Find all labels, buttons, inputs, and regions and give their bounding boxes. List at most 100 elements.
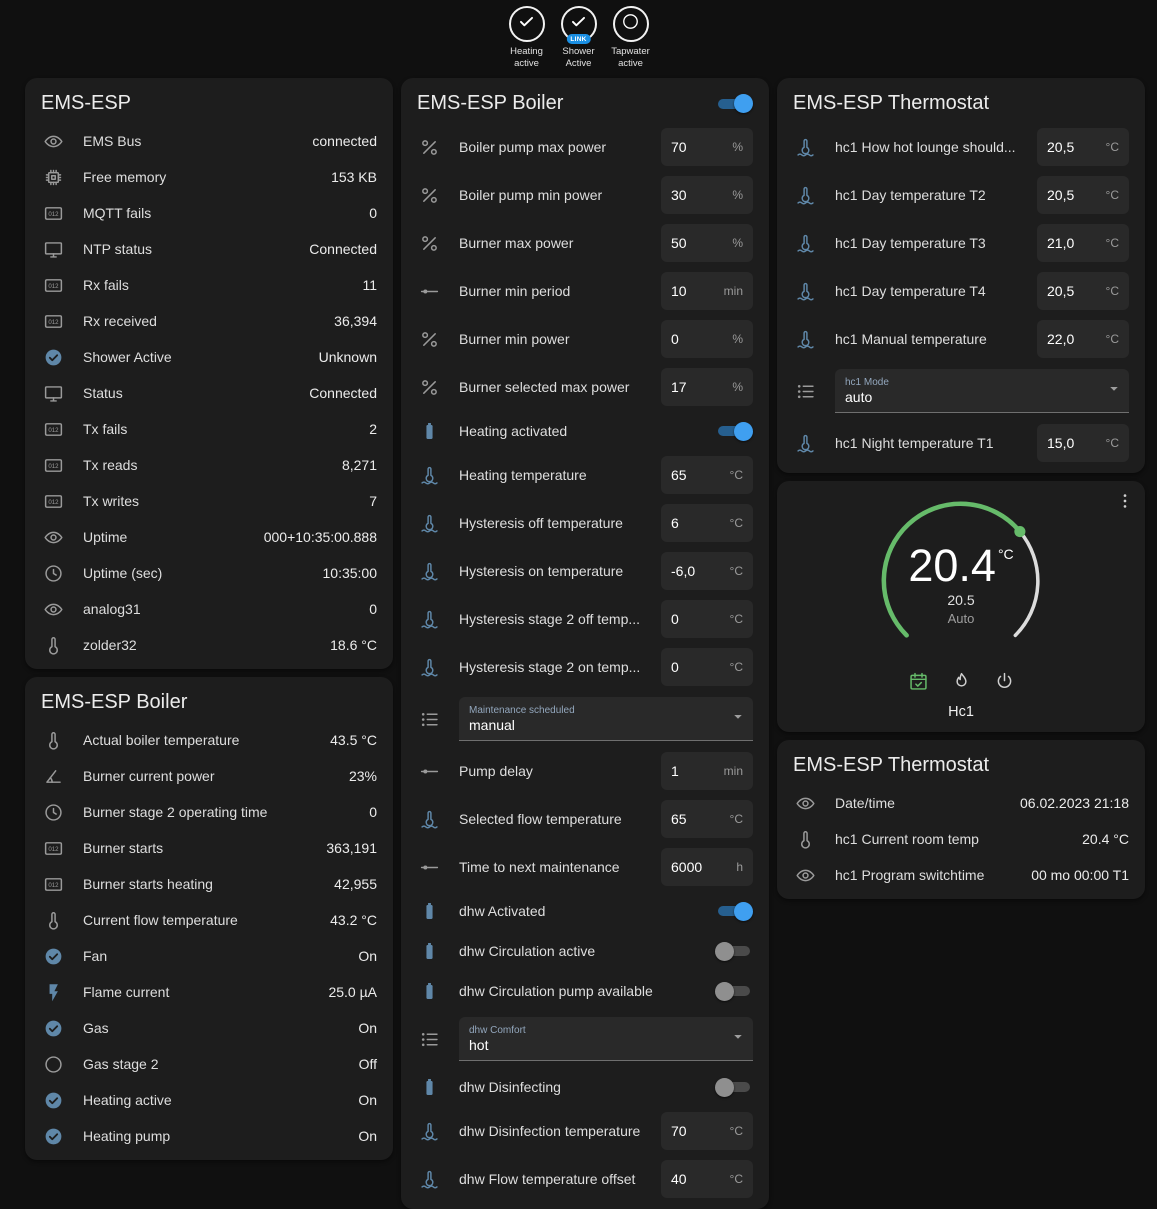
toggle-switch[interactable] [715, 941, 753, 961]
sensor-row[interactable]: hc1 Program switchtime00 mo 00:00 T1 [777, 857, 1145, 893]
fire-icon[interactable] [951, 671, 972, 697]
sensor-row[interactable]: Current flow temperature43.2 °C [25, 902, 393, 938]
badge-tapwater-active[interactable]: Tapwater active [608, 6, 654, 74]
select-value: manual [469, 717, 725, 733]
sensor-row[interactable]: 012Rx fails11 [25, 267, 393, 303]
entity-label: EMS Bus [83, 133, 304, 149]
number-input[interactable]: 65°C [661, 456, 753, 494]
number-value: 65 [671, 811, 687, 827]
sensor-row[interactable]: FanOn [25, 938, 393, 974]
sensor-row[interactable]: Burner current power23% [25, 758, 393, 794]
number-input[interactable]: 70°C [661, 1112, 753, 1150]
number-input[interactable]: 0°C [661, 600, 753, 638]
list-icon [793, 379, 817, 403]
sensor-row[interactable]: Heating activeOn [25, 1082, 393, 1118]
number-input[interactable]: 70% [661, 128, 753, 166]
number-input[interactable]: 50% [661, 224, 753, 262]
sensor-row[interactable]: 012Burner starts363,191 [25, 830, 393, 866]
power-icon[interactable] [994, 671, 1015, 697]
entity-value: 153 KB [331, 169, 377, 185]
number-unit: °C [730, 612, 743, 626]
entity-label: Tx fails [83, 421, 361, 437]
sensor-row[interactable]: 012Tx reads8,271 [25, 447, 393, 483]
card-power-toggle[interactable] [715, 94, 753, 114]
sensor-row[interactable]: Date/time06.02.2023 21:18 [777, 785, 1145, 821]
eye-icon [41, 129, 65, 153]
thermostat-dial[interactable]: 20.4°C 20.5 Auto [875, 495, 1047, 667]
entity-label: analog31 [83, 601, 361, 617]
toggle-switch[interactable] [715, 1077, 753, 1097]
number-input[interactable]: 20,5°C [1037, 128, 1129, 166]
number-input[interactable]: 40°C [661, 1160, 753, 1198]
number-input[interactable]: 30% [661, 176, 753, 214]
number-input[interactable]: 20,5°C [1037, 176, 1129, 214]
select-field[interactable]: dhw Comforthot [459, 1017, 753, 1061]
badge-label: Shower Active [556, 46, 602, 70]
number-input[interactable]: 0% [661, 320, 753, 358]
sensor-row[interactable]: Gas stage 2Off [25, 1046, 393, 1082]
sensor-row[interactable]: hc1 Current room temp20.4 °C [777, 821, 1145, 857]
number-row: Time to next maintenance6000h [401, 843, 769, 891]
boiler-controls-card: EMS-ESP Boiler Boiler pump max power70%B… [401, 78, 769, 1209]
number-input[interactable]: 1min [661, 752, 753, 790]
sensor-row[interactable]: 012Tx writes7 [25, 483, 393, 519]
thermometer-water-icon [793, 231, 817, 255]
chevron-down-icon [1105, 379, 1123, 402]
number-unit: % [732, 380, 743, 394]
calendar-check-icon[interactable] [908, 671, 929, 697]
entity-value: 8,271 [342, 457, 377, 473]
number-input[interactable]: 15,0°C [1037, 424, 1129, 462]
toggle-switch[interactable] [715, 421, 753, 441]
number-row: Boiler pump max power70% [401, 123, 769, 171]
sensor-row[interactable]: zolder3218.6 °C [25, 627, 393, 663]
number-input[interactable]: 0°C [661, 648, 753, 686]
number-input[interactable]: 17% [661, 368, 753, 406]
sensor-row[interactable]: GasOn [25, 1010, 393, 1046]
number-input[interactable]: 21,0°C [1037, 224, 1129, 262]
sensor-row[interactable]: Shower ActiveUnknown [25, 339, 393, 375]
toggle-switch[interactable] [715, 981, 753, 1001]
monitor-icon [41, 381, 65, 405]
sensor-row[interactable]: EMS Busconnected [25, 123, 393, 159]
select-field[interactable]: hc1 Modeauto [835, 369, 1129, 413]
number-input[interactable]: 20,5°C [1037, 272, 1129, 310]
badge-shower-active[interactable]: LINK Shower Active [556, 6, 602, 74]
sensor-row[interactable]: NTP statusConnected [25, 231, 393, 267]
entity-value: Unknown [319, 349, 377, 365]
card-title-text: EMS-ESP Thermostat [793, 754, 989, 777]
number-row: Burner max power50% [401, 219, 769, 267]
number-row: Hysteresis stage 2 on temp...0°C [401, 643, 769, 691]
sensor-row[interactable]: 012MQTT fails0 [25, 195, 393, 231]
number-input[interactable]: 10min [661, 272, 753, 310]
sensor-row[interactable]: Heating pumpOn [25, 1118, 393, 1154]
sensor-row[interactable]: Free memory153 KB [25, 159, 393, 195]
number-input[interactable]: -6,0°C [661, 552, 753, 590]
sensor-row[interactable]: StatusConnected [25, 375, 393, 411]
dots-vertical-icon[interactable] [1115, 491, 1135, 516]
sensor-row[interactable]: Burner stage 2 operating time0 [25, 794, 393, 830]
sensor-row[interactable]: 012Rx received36,394 [25, 303, 393, 339]
sensor-row[interactable]: Uptime (sec)10:35:00 [25, 555, 393, 591]
sensor-row[interactable]: Actual boiler temperature43.5 °C [25, 722, 393, 758]
thermometer-icon [41, 728, 65, 752]
badge-heating-active[interactable]: Heating active [504, 6, 550, 74]
entity-label: dhw Disinfecting [459, 1079, 715, 1095]
select-label: Maintenance scheduled [469, 705, 725, 716]
select-field[interactable]: Maintenance scheduledmanual [459, 697, 753, 741]
sensor-row[interactable]: 012Tx fails2 [25, 411, 393, 447]
sensor-row[interactable]: Uptime000+10:35:00.888 [25, 519, 393, 555]
number-input[interactable]: 6°C [661, 504, 753, 542]
toggle-switch[interactable] [715, 901, 753, 921]
counter-icon: 012 [41, 273, 65, 297]
number-input[interactable]: 6000h [661, 848, 753, 886]
entity-label: Rx fails [83, 277, 354, 293]
sensor-row[interactable]: analog310 [25, 591, 393, 627]
sensor-row[interactable]: Flame current25.0 µA [25, 974, 393, 1010]
number-row: Burner min power0% [401, 315, 769, 363]
entity-value: 23% [349, 768, 377, 784]
number-input[interactable]: 22,0°C [1037, 320, 1129, 358]
number-input[interactable]: 65°C [661, 800, 753, 838]
sensor-row[interactable]: 012Burner starts heating42,955 [25, 866, 393, 902]
toggle-row: dhw Activated [401, 891, 769, 931]
select-row: hc1 Modeauto [777, 363, 1145, 419]
